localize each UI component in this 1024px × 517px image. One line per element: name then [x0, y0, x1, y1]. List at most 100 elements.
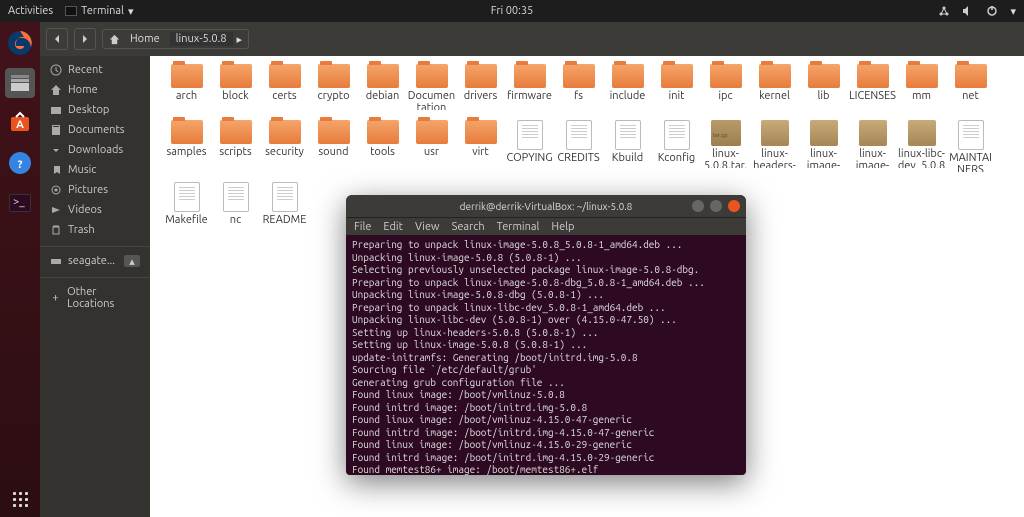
status-area[interactable]: ▾: [938, 5, 1016, 18]
file-label: arch: [176, 90, 197, 110]
file-icon: [272, 182, 298, 212]
file-label: firmware: [507, 90, 552, 110]
terminal-window: derrik@derrik-VirtualBox: ~/linux-5.0.8 …: [346, 195, 746, 475]
file-label: samples: [166, 146, 206, 166]
file-item[interactable]: Kconfig: [652, 120, 701, 172]
sidebar-item-pictures[interactable]: Pictures: [40, 180, 150, 200]
file-item[interactable]: block: [211, 64, 260, 110]
file-item[interactable]: sound: [309, 120, 358, 172]
sidebar-other-locations[interactable]: +Other Locations: [40, 277, 150, 314]
menu-help[interactable]: Help: [551, 221, 574, 233]
file-label: tools: [370, 146, 395, 166]
file-item[interactable]: ipc: [701, 64, 750, 110]
file-item[interactable]: security: [260, 120, 309, 172]
file-item[interactable]: net: [946, 64, 995, 110]
folder-icon: [318, 120, 350, 144]
file-item[interactable]: firmware: [505, 64, 554, 110]
file-item[interactable]: nc: [211, 182, 260, 234]
menu-terminal[interactable]: Terminal: [497, 221, 540, 233]
file-item[interactable]: README: [260, 182, 309, 234]
file-item[interactable]: certs: [260, 64, 309, 110]
file-item[interactable]: COPYING: [505, 120, 554, 172]
file-item[interactable]: scripts: [211, 120, 260, 172]
eject-icon[interactable]: ▴: [124, 255, 140, 267]
file-item[interactable]: drivers: [456, 64, 505, 110]
dock-firefox[interactable]: [5, 28, 35, 58]
file-item[interactable]: tools: [358, 120, 407, 172]
file-item[interactable]: mm: [897, 64, 946, 110]
terminal-titlebar[interactable]: derrik@derrik-VirtualBox: ~/linux-5.0.8: [346, 195, 746, 217]
menu-file[interactable]: File: [354, 221, 371, 233]
dock-files[interactable]: [5, 68, 35, 98]
terminal-output[interactable]: Preparing to unpack linux-image-5.0.8_5.…: [346, 235, 746, 475]
file-label: block: [222, 90, 248, 110]
pathbar-current[interactable]: linux-5.0.8: [170, 32, 233, 46]
menu-view[interactable]: View: [415, 221, 440, 233]
file-item[interactable]: lib: [799, 64, 848, 110]
file-item[interactable]: kernel: [750, 64, 799, 110]
file-item[interactable]: arch: [162, 64, 211, 110]
nautilus-sidebar: RecentHomeDesktopDocumentsDownloadsMusic…: [40, 56, 150, 517]
file-item[interactable]: MAINTAINERS: [946, 120, 995, 172]
folder-icon: [220, 120, 252, 144]
folder-icon: [318, 64, 350, 88]
pathbar[interactable]: Home linux-5.0.8 ▸: [102, 29, 249, 49]
file-item[interactable]: Documentation: [407, 64, 456, 110]
forward-button[interactable]: [74, 28, 96, 50]
pictures-icon: [50, 184, 62, 196]
file-label: Makefile: [165, 214, 207, 234]
file-item[interactable]: Makefile: [162, 182, 211, 234]
file-label: linux-headers-5.0.8_5.0...: [750, 148, 799, 168]
terminal-title: derrik@derrik-VirtualBox: ~/linux-5.0.8: [352, 201, 740, 212]
file-item[interactable]: linux-image-5.0.8-dbg...: [848, 120, 897, 172]
file-item[interactable]: linux-headers-5.0.8_5.0...: [750, 120, 799, 172]
file-item[interactable]: CREDITS: [554, 120, 603, 172]
svg-text:?: ?: [18, 159, 23, 171]
file-label: net: [962, 90, 979, 110]
folder-icon: [171, 120, 203, 144]
file-item[interactable]: LICENSES: [848, 64, 897, 110]
file-item[interactable]: linux-5.0.8.tar.gz: [701, 120, 750, 172]
file-item[interactable]: linux-image-5.0.8_5.0...: [799, 120, 848, 172]
sidebar-item-videos[interactable]: Videos: [40, 200, 150, 220]
ubuntu-dock: A ? >_: [0, 22, 40, 517]
back-button[interactable]: [46, 28, 68, 50]
dock-show-apps[interactable]: [13, 492, 28, 507]
menu-edit[interactable]: Edit: [383, 221, 403, 233]
gnome-topbar: Activities Terminal ▾ Fri 00:35 ▾: [0, 0, 1024, 22]
sidebar-item-downloads[interactable]: Downloads: [40, 140, 150, 160]
file-item[interactable]: init: [652, 64, 701, 110]
file-item[interactable]: debian: [358, 64, 407, 110]
file-item[interactable]: samples: [162, 120, 211, 172]
dock-software[interactable]: A: [5, 108, 35, 138]
sidebar-item-desktop[interactable]: Desktop: [40, 100, 150, 120]
clock[interactable]: Fri 00:35: [491, 5, 533, 17]
sidebar-item-recent[interactable]: Recent: [40, 60, 150, 80]
network-icon: [938, 5, 950, 17]
close-button[interactable]: [728, 200, 740, 212]
file-item[interactable]: linux-libc-dev_5.0.8-1_amd64...: [897, 120, 946, 172]
minimize-button[interactable]: [692, 200, 704, 212]
file-label: nc: [230, 214, 241, 234]
file-item[interactable]: fs: [554, 64, 603, 110]
menu-search[interactable]: Search: [452, 221, 485, 233]
maximize-button[interactable]: [710, 200, 722, 212]
chevron-down-icon: ▾: [1010, 5, 1016, 18]
sidebar-mount[interactable]: seagate...▴: [40, 246, 150, 271]
sidebar-item-documents[interactable]: Documents: [40, 120, 150, 140]
sidebar-item-trash[interactable]: Trash: [40, 220, 150, 240]
folder-icon: [269, 120, 301, 144]
pathbar-home[interactable]: Home: [124, 32, 166, 46]
file-item[interactable]: usr: [407, 120, 456, 172]
sidebar-item-music[interactable]: Music: [40, 160, 150, 180]
dock-help[interactable]: ?: [5, 148, 35, 178]
file-item[interactable]: crypto: [309, 64, 358, 110]
appmenu-button[interactable]: Terminal ▾: [65, 5, 133, 18]
file-label: scripts: [219, 146, 251, 166]
activities-button[interactable]: Activities: [8, 5, 53, 17]
file-item[interactable]: include: [603, 64, 652, 110]
sidebar-item-home[interactable]: Home: [40, 80, 150, 100]
file-item[interactable]: Kbuild: [603, 120, 652, 172]
dock-terminal[interactable]: >_: [5, 188, 35, 218]
file-item[interactable]: virt: [456, 120, 505, 172]
